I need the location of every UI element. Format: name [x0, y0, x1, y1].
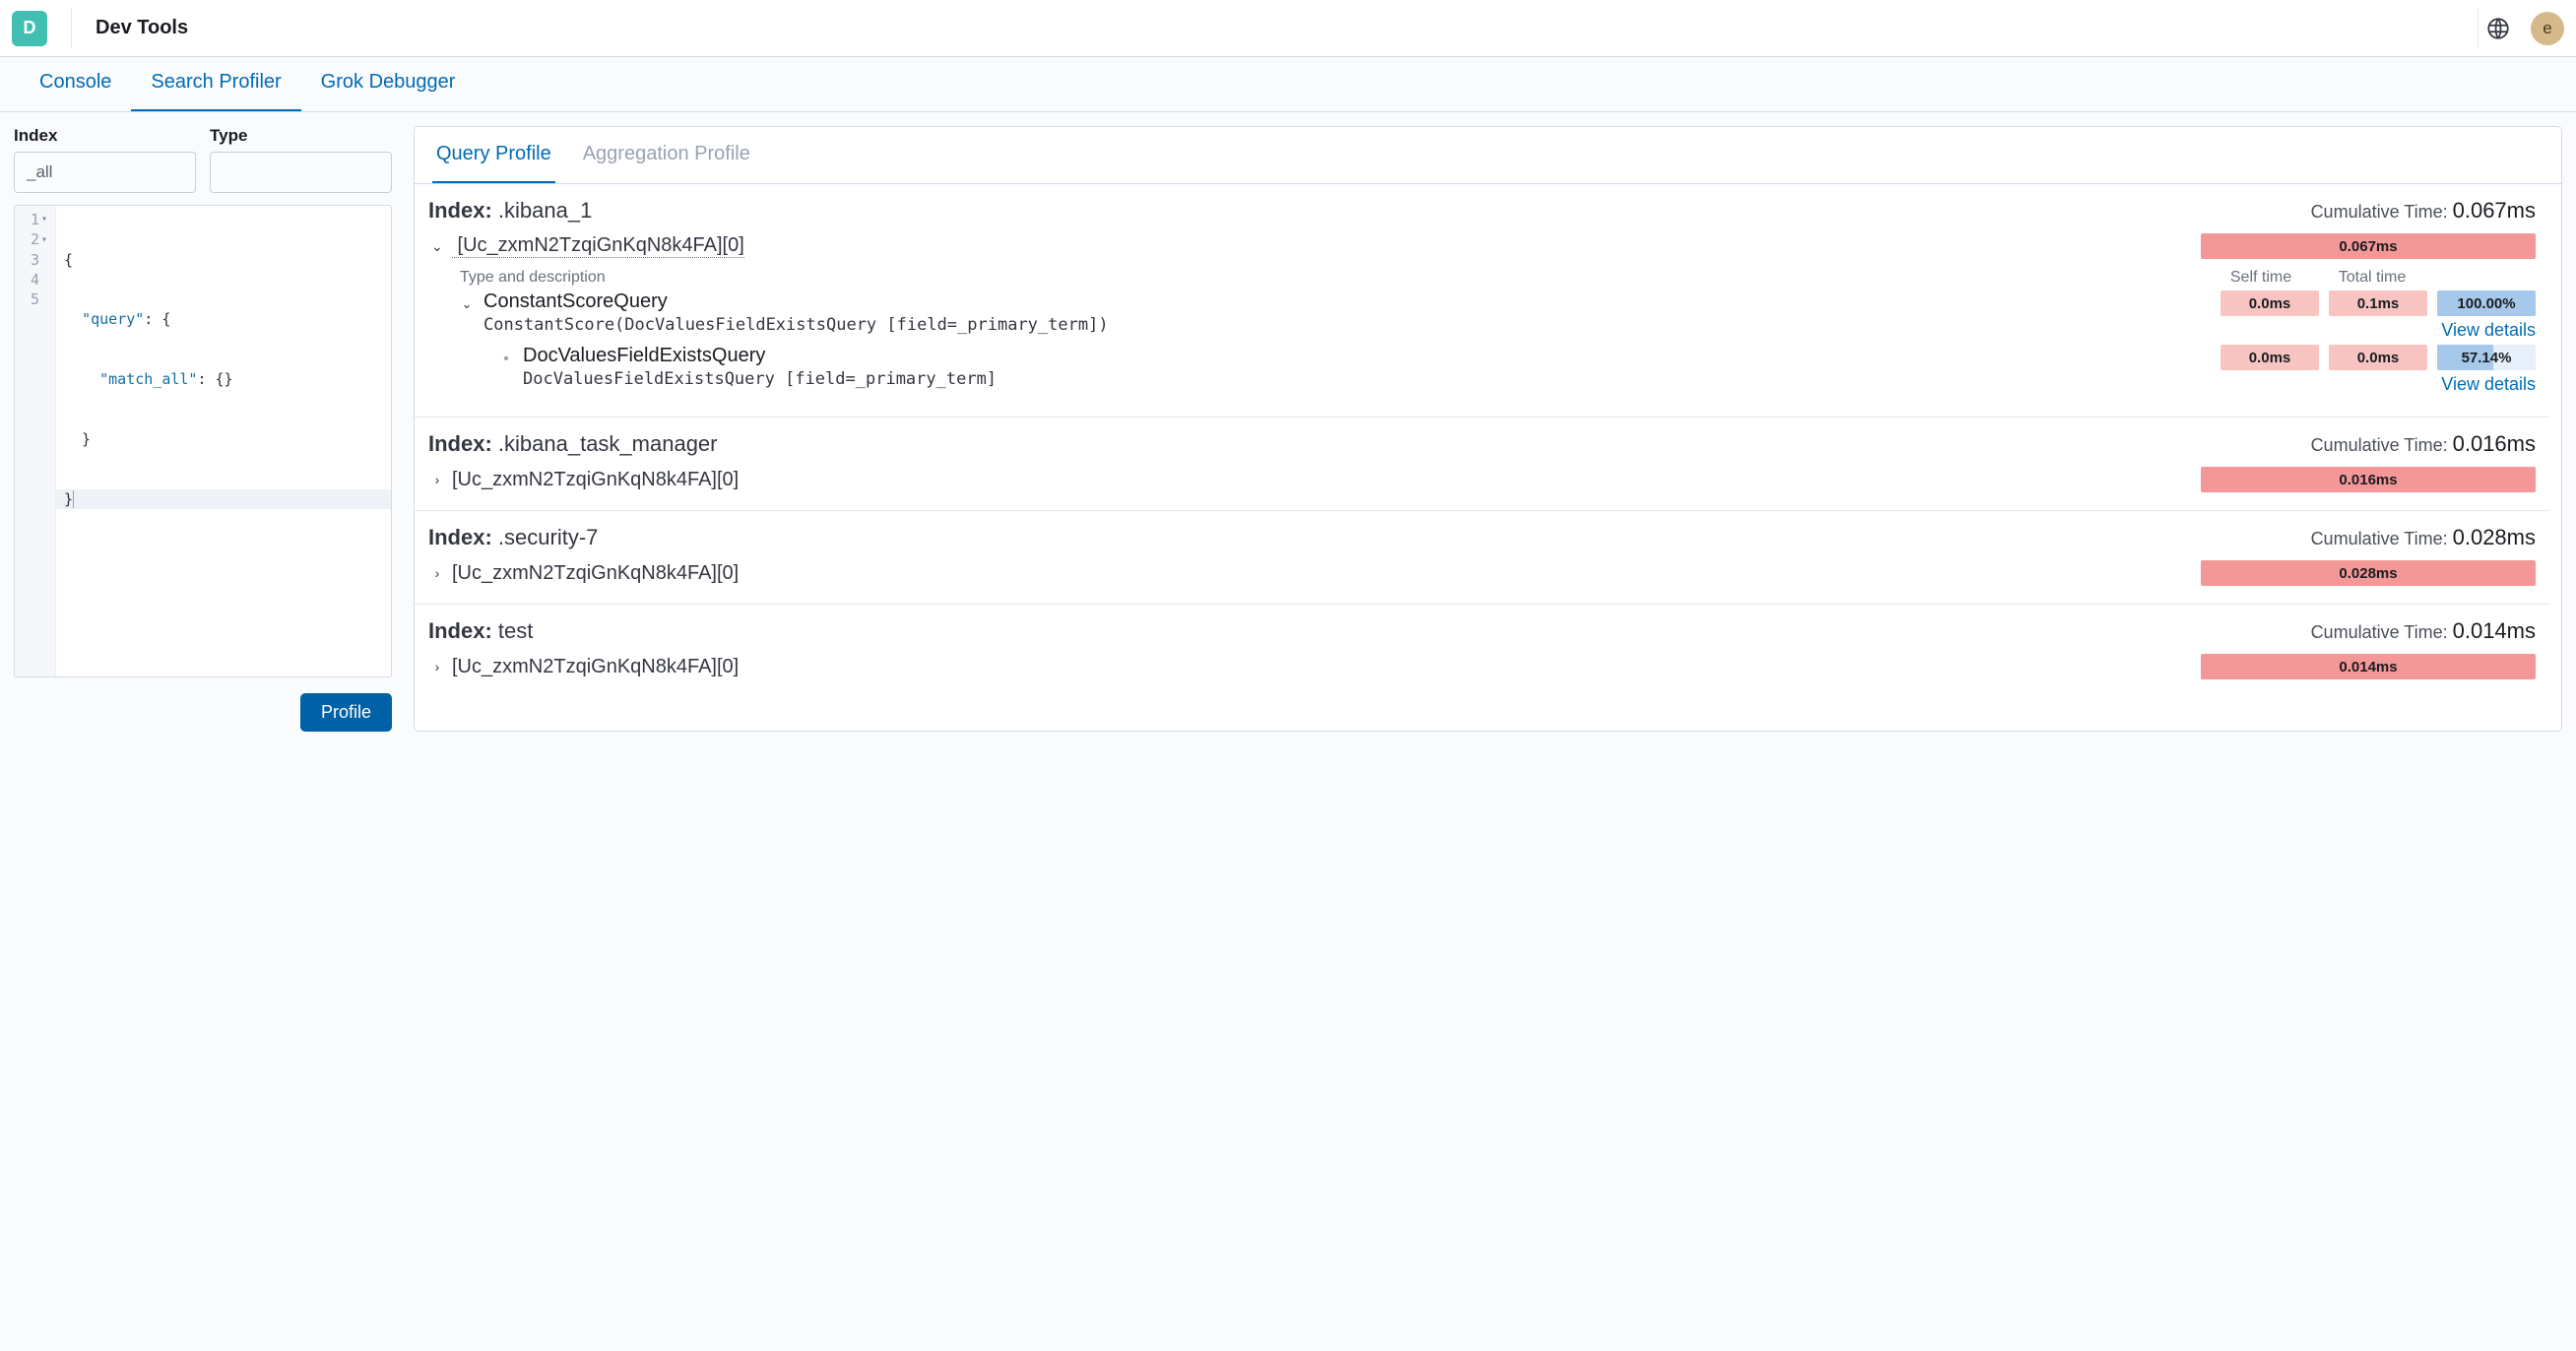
- divider: [71, 9, 72, 48]
- type-label: Type: [210, 126, 392, 146]
- self-time-chip: 0.0ms: [2221, 345, 2319, 370]
- results-panel: Query Profile Aggregation Profile Index:…: [414, 126, 2562, 732]
- query-tree: Type and descriptionSelf timeTotal time ⌄…: [428, 269, 2536, 395]
- user-avatar[interactable]: e: [2531, 12, 2564, 45]
- query-description: ConstantScore(DocValuesFieldExistsQuery …: [483, 315, 1109, 335]
- left-panel: Index Type 1▾ 2▾ 3▾ 4▾ 5▾ { "query": { "…: [14, 126, 392, 732]
- chevron-down-icon[interactable]: ⌄: [458, 290, 476, 335]
- view-details-link[interactable]: View details: [2441, 320, 2536, 341]
- total-time-chip: 0.1ms: [2329, 290, 2427, 316]
- shard-name[interactable]: [Uc_zxmN2TzqiGnKqN8k4FA][0]: [452, 469, 739, 491]
- index-heading: Index: .security-7: [428, 525, 598, 550]
- tab-grok-debugger[interactable]: Grok Debugger: [301, 57, 476, 111]
- results-list[interactable]: Index: .kibana_1 Cumulative Time: 0.067ms…: [415, 184, 2561, 697]
- result-block: Index: .security-7 Cumulative Time: 0.028…: [415, 511, 2549, 605]
- page-title: Dev Tools: [96, 17, 188, 39]
- query-editor[interactable]: 1▾ 2▾ 3▾ 4▾ 5▾ { "query": { "match_all":…: [14, 205, 392, 677]
- col-self-time: Self time: [2207, 269, 2315, 287]
- shard-toggle-icon[interactable]: ›: [428, 565, 446, 581]
- news-feed-icon[interactable]: [2478, 9, 2517, 48]
- shard-time-bar: 0.014ms: [2201, 654, 2536, 679]
- index-heading: Index: .kibana_task_manager: [428, 431, 718, 457]
- cumulative-time: Cumulative Time: 0.067ms: [2311, 198, 2536, 224]
- tab-aggregation-profile[interactable]: Aggregation Profile: [579, 127, 754, 183]
- editor-gutter: 1▾ 2▾ 3▾ 4▾ 5▾: [15, 206, 56, 676]
- index-heading: Index: .kibana_1: [428, 198, 592, 224]
- col-total-time: Total time: [2315, 269, 2429, 287]
- shard-toggle-icon[interactable]: ›: [428, 659, 446, 675]
- tabs-bar: Console Search Profiler Grok Debugger: [0, 57, 2576, 112]
- percent-chip: 100.00%: [2437, 290, 2536, 316]
- shard-time-bar: 0.028ms: [2201, 560, 2536, 586]
- query-type: ConstantScoreQuery: [483, 290, 1109, 313]
- view-details-link[interactable]: View details: [2441, 374, 2536, 395]
- tab-console[interactable]: Console: [20, 57, 131, 111]
- query-type: DocValuesFieldExistsQuery: [523, 345, 997, 367]
- shard-name[interactable]: [Uc_zxmN2TzqiGnKqN8k4FA][0]: [452, 562, 739, 585]
- cumulative-time: Cumulative Time: 0.028ms: [2311, 525, 2536, 550]
- app-logo[interactable]: D: [12, 11, 47, 46]
- app-header: D Dev Tools e: [0, 0, 2576, 57]
- tab-search-profiler[interactable]: Search Profiler: [131, 57, 300, 111]
- result-block: Index: .kibana_task_manager Cumulative Ti…: [415, 418, 2549, 511]
- editor-body[interactable]: { "query": { "match_all": {} } }: [56, 206, 391, 676]
- shard-toggle-icon[interactable]: ›: [428, 472, 446, 487]
- self-time-chip: 0.0ms: [2221, 290, 2319, 316]
- cumulative-time: Cumulative Time: 0.016ms: [2311, 431, 2536, 457]
- percent-chip: 57.14%: [2437, 345, 2536, 370]
- shard-time-bar: 0.016ms: [2201, 467, 2536, 492]
- result-block: Index: .kibana_1 Cumulative Time: 0.067ms…: [415, 184, 2549, 418]
- col-type-desc: Type and description: [458, 269, 2207, 287]
- tab-query-profile[interactable]: Query Profile: [432, 127, 555, 183]
- profile-button[interactable]: Profile: [300, 693, 392, 732]
- shard-toggle-icon[interactable]: ⌄: [428, 238, 446, 255]
- index-input[interactable]: [14, 152, 196, 193]
- total-time-chip: 0.0ms: [2329, 345, 2427, 370]
- index-label: Index: [14, 126, 196, 146]
- index-heading: Index: test: [428, 618, 533, 644]
- shard-name[interactable]: [Uc_zxmN2TzqiGnKqN8k4FA][0]: [452, 656, 739, 678]
- shard-name[interactable]: [Uc_zxmN2TzqiGnKqN8k4FA][0]: [452, 234, 744, 258]
- bullet-icon: •: [497, 345, 515, 389]
- query-description: DocValuesFieldExistsQuery [field=_primar…: [523, 369, 997, 389]
- type-input[interactable]: [210, 152, 392, 193]
- shard-time-bar: 0.067ms: [2201, 233, 2536, 259]
- cumulative-time: Cumulative Time: 0.014ms: [2311, 618, 2536, 644]
- result-block: Index: test Cumulative Time: 0.014ms › [Uc_…: [415, 605, 2549, 697]
